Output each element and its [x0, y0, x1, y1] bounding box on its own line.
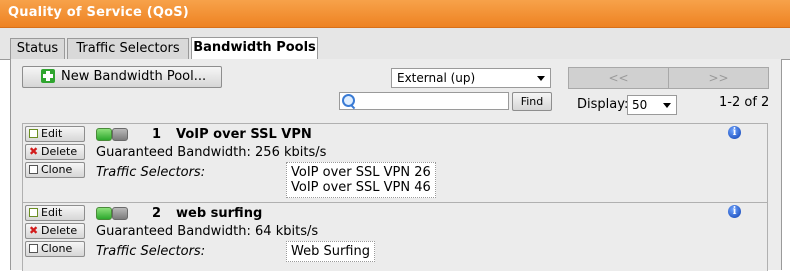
pool-entry: Edit ✖ Delete Clone 1 VoIP over SSL VPN … [22, 123, 768, 204]
interface-select-value: External (up) [397, 71, 476, 85]
traffic-selector-item: VoIP over SSL VPN 46 [291, 180, 431, 195]
display-label: Display: [577, 97, 629, 112]
info-icon[interactable]: i [728, 126, 741, 139]
delete-icon: ✖ [29, 145, 39, 158]
toggle-on-icon [96, 207, 112, 220]
pager-next-button[interactable]: >> [668, 67, 769, 89]
guaranteed-bandwidth: Guaranteed Bandwidth: 256 kbits/s [96, 145, 327, 160]
pool-status-toggle[interactable] [96, 128, 128, 141]
edit-label: Edit [41, 206, 63, 219]
add-icon [41, 69, 55, 83]
guaranteed-bandwidth: Guaranteed Bandwidth: 64 kbits/s [96, 224, 319, 239]
pool-status-toggle[interactable] [96, 207, 128, 220]
new-bandwidth-pool-label: New Bandwidth Pool... [61, 69, 207, 84]
info-icon[interactable]: i [728, 205, 741, 218]
tab-strip: Status Traffic Selectors Bandwidth Pools [0, 28, 790, 61]
edit-button[interactable]: Edit [25, 126, 85, 142]
pool-name: web surfing [176, 206, 263, 221]
interface-select[interactable]: External (up) [391, 68, 551, 88]
traffic-selector-item: VoIP over SSL VPN 26 [291, 165, 431, 180]
traffic-selectors-label: Traffic Selectors: [96, 244, 206, 259]
clone-icon [29, 165, 38, 174]
pool-number: 1 [152, 127, 162, 142]
new-bandwidth-pool-button[interactable]: New Bandwidth Pool... [22, 66, 222, 88]
toggle-off-icon [112, 207, 128, 220]
pool-name: VoIP over SSL VPN [176, 127, 312, 142]
chevron-down-icon [663, 103, 671, 108]
tab-bandwidth-pools[interactable]: Bandwidth Pools [191, 37, 318, 61]
clone-button[interactable]: Clone [25, 162, 85, 178]
title-bar: Quality of Service (QoS) [0, 0, 790, 28]
delete-icon: ✖ [29, 224, 39, 237]
delete-button[interactable]: ✖ Delete [25, 223, 85, 239]
pool-entry: Edit ✖ Delete Clone 2 web surfing i Guar… [22, 202, 768, 271]
tab-status[interactable]: Status [10, 38, 65, 59]
traffic-selectors-list: VoIP over SSL VPN 26 VoIP over SSL VPN 4… [286, 162, 436, 198]
delete-label: Delete [41, 145, 78, 158]
traffic-selectors-label: Traffic Selectors: [96, 165, 206, 180]
edit-icon [29, 208, 38, 217]
chevron-down-icon [537, 76, 545, 81]
tab-traffic-selectors[interactable]: Traffic Selectors [67, 38, 189, 59]
window-title: Quality of Service (QoS) [8, 5, 189, 20]
toggle-on-icon [96, 128, 112, 141]
delete-label: Delete [41, 224, 78, 237]
display-count-select[interactable]: 50 [627, 95, 677, 115]
clone-icon [29, 244, 38, 253]
delete-button[interactable]: ✖ Delete [25, 144, 85, 160]
traffic-selectors-list: Web Surfing [286, 241, 375, 262]
edit-label: Edit [41, 127, 63, 140]
pool-number: 2 [152, 206, 162, 221]
clone-label: Clone [41, 242, 73, 255]
search-input[interactable] [339, 92, 509, 110]
traffic-selector-item: Web Surfing [291, 244, 370, 259]
display-count-value: 50 [632, 98, 648, 112]
bandwidth-pools-panel: New Bandwidth Pool... External (up) << >… [10, 59, 782, 271]
find-button[interactable]: Find [512, 92, 552, 111]
search-icon-handle [350, 104, 356, 110]
result-count: 1-2 of 2 [719, 95, 770, 110]
pager-prev-button[interactable]: << [568, 67, 669, 89]
clone-label: Clone [41, 163, 73, 176]
edit-icon [29, 129, 38, 138]
toggle-off-icon [112, 128, 128, 141]
clone-button[interactable]: Clone [25, 241, 85, 257]
edit-button[interactable]: Edit [25, 205, 85, 221]
